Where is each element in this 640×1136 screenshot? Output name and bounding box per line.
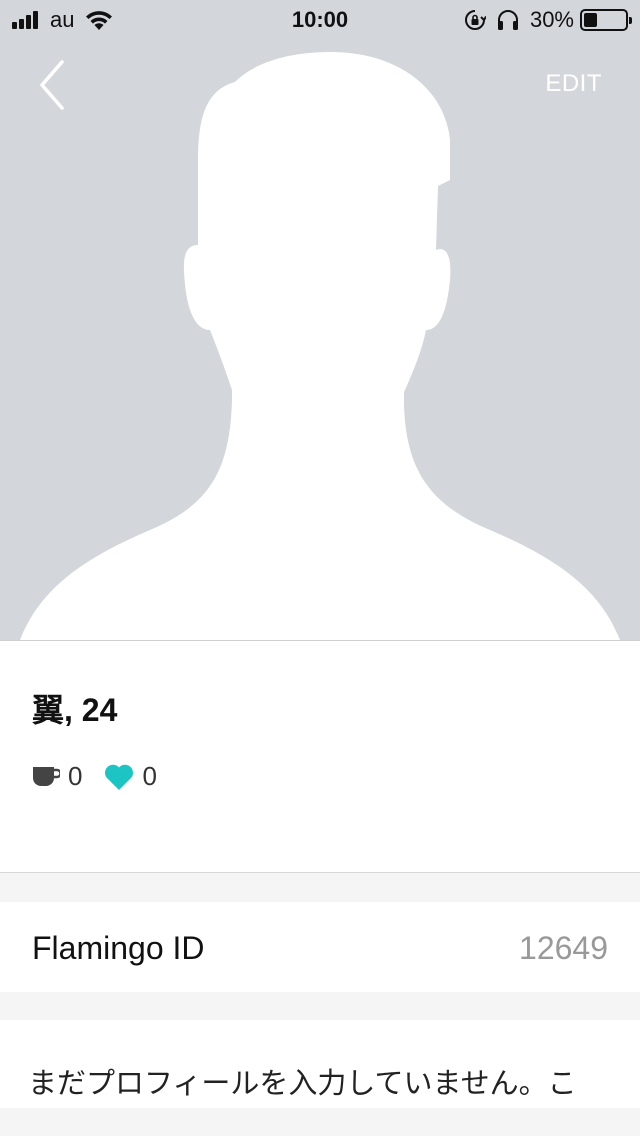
chevron-left-icon xyxy=(40,60,64,110)
likes-stat: 0 xyxy=(104,761,157,792)
status-bar: au 10:00 30% xyxy=(0,0,640,40)
cups-count: 0 xyxy=(68,761,83,791)
bio-text: まだプロフィールを入力していません。こ xyxy=(28,1068,577,1100)
profile-photo-placeholder xyxy=(0,0,640,640)
flamingo-id-label: Flamingo ID xyxy=(32,930,205,966)
profile-summary-card: 翼, 24 0 0 xyxy=(0,640,640,873)
headphones-icon xyxy=(497,10,518,30)
cups-stat: 0 xyxy=(32,761,82,792)
likes-count: 0 xyxy=(142,761,157,791)
coffee-cup-icon xyxy=(33,766,60,786)
battery-percent: 30% xyxy=(529,7,574,32)
battery-icon xyxy=(580,9,632,31)
profile-name-age: 翼, 24 xyxy=(32,692,118,728)
person-silhouette-icon xyxy=(20,52,620,640)
flamingo-id-value: 12649 xyxy=(519,930,608,966)
back-button[interactable] xyxy=(34,58,74,114)
edit-button[interactable]: EDIT xyxy=(545,70,602,98)
orientation-lock-icon xyxy=(464,10,486,30)
heart-icon xyxy=(105,764,134,790)
profile-stats: 0 0 xyxy=(32,761,179,792)
profile-bio: まだプロフィールを入力していません。こ xyxy=(0,1020,640,1108)
flamingo-id-row: Flamingo ID 12649 xyxy=(0,902,640,992)
